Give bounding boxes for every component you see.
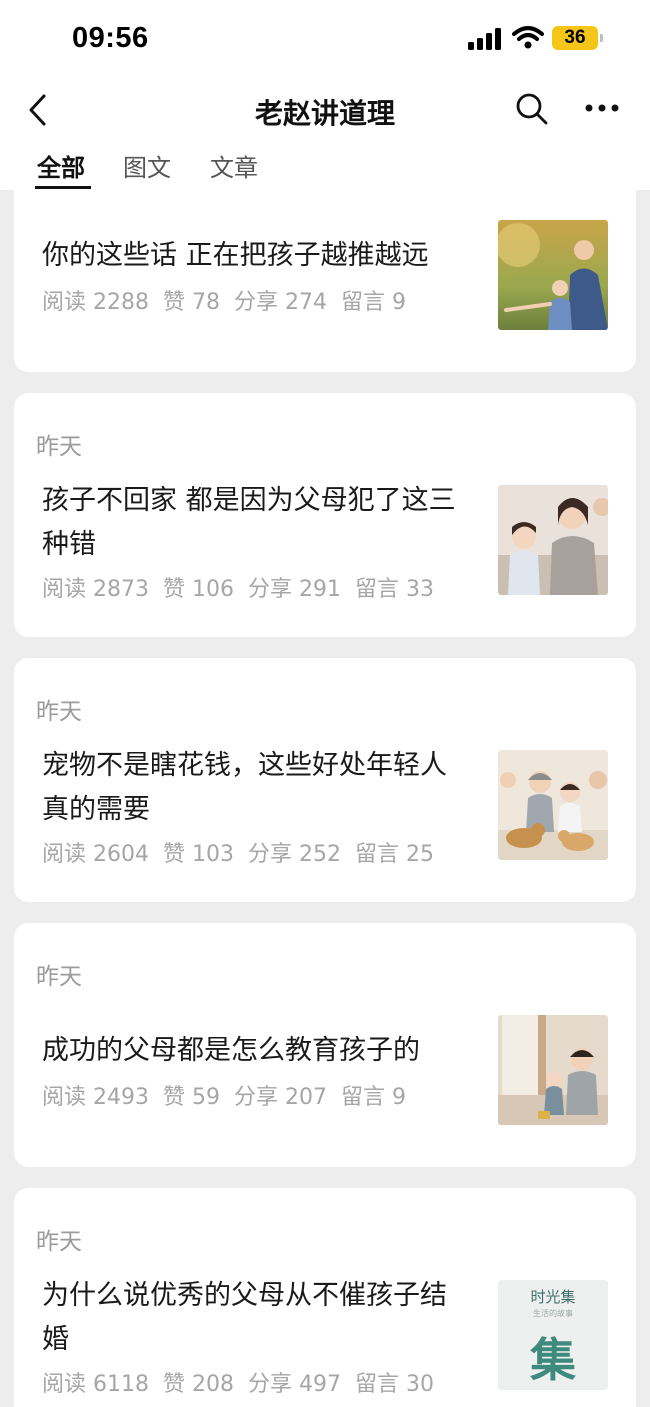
cover-subtitle: 生活的故事 bbox=[533, 1309, 573, 1318]
read-count: 阅读 6118 bbox=[42, 1372, 149, 1397]
share-count: 分享 252 bbox=[247, 842, 341, 867]
like-count: 赞 103 bbox=[162, 842, 234, 867]
article-stats: 阅读 2873 赞 106 分享 291 留言 33 bbox=[42, 571, 448, 603]
tab-articles[interactable]: 文章 bbox=[210, 148, 258, 183]
page-title: 老赵讲道理 bbox=[254, 97, 395, 130]
read-count: 阅读 2604 bbox=[42, 842, 149, 867]
navigation-bar: 老赵讲道理 bbox=[0, 80, 650, 140]
content-tabs: 全部 图文 文章 bbox=[0, 144, 650, 190]
comment-count: 留言 9 bbox=[340, 290, 406, 315]
read-count: 阅读 2288 bbox=[42, 290, 149, 315]
article-card[interactable]: 你的这些话 正在把孩子越推越远 阅读 2288 赞 78 分享 274 留言 9 bbox=[14, 170, 636, 372]
article-thumbnail bbox=[498, 750, 608, 860]
family-with-dogs-icon bbox=[498, 750, 608, 860]
share-count: 分享 291 bbox=[247, 577, 341, 602]
article-thumbnail: 时光集 生活的故事 集 bbox=[498, 1280, 608, 1390]
article-title: 孩子不回家 都是因为父母犯了这三种错 bbox=[42, 485, 456, 560]
tab-all[interactable]: 全部 bbox=[37, 148, 85, 183]
top-header: 09:56 36 老赵讲道理 全部 图文 文章 bbox=[0, 0, 650, 190]
comment-count: 留言 25 bbox=[354, 842, 434, 867]
father-daughter-park-icon bbox=[498, 220, 608, 330]
active-tab-indicator bbox=[35, 186, 91, 189]
article-title: 成功的父母都是怎么教育孩子的 bbox=[42, 1035, 420, 1066]
article-date: 昨天 bbox=[36, 964, 82, 990]
article-stats: 阅读 6118 赞 208 分享 497 留言 30 bbox=[42, 1366, 448, 1398]
article-card[interactable]: 昨天 成功的父母都是怎么教育孩子的 阅读 2493 赞 59 分享 207 留言 9 bbox=[14, 923, 636, 1167]
parent-child-living-room-icon bbox=[498, 1015, 608, 1125]
article-date: 昨天 bbox=[36, 699, 82, 725]
wifi-icon bbox=[512, 26, 544, 49]
read-count: 阅读 2873 bbox=[42, 577, 149, 602]
article-card[interactable]: 昨天 孩子不回家 都是因为父母犯了这三种错 阅读 2873 赞 106 分享 291… bbox=[14, 393, 636, 637]
comment-count: 留言 30 bbox=[354, 1372, 434, 1397]
article-stats: 阅读 2604 赞 103 分享 252 留言 25 bbox=[42, 836, 448, 868]
share-count: 分享 497 bbox=[247, 1372, 341, 1397]
article-stats: 阅读 2493 赞 59 分享 207 留言 9 bbox=[42, 1079, 420, 1111]
article-title: 你的这些话 正在把孩子越推越远 bbox=[42, 240, 429, 271]
status-time: 09:56 bbox=[72, 22, 149, 54]
article-title: 为什么说优秀的父母从不催孩子结婚 bbox=[42, 1280, 447, 1355]
article-list-page: 09:56 36 老赵讲道理 全部 图文 文章 你的这些话 正在把孩子越推越远 … bbox=[0, 0, 650, 1407]
like-count: 赞 78 bbox=[162, 290, 220, 315]
comment-count: 留言 9 bbox=[340, 1085, 406, 1110]
article-thumbnail bbox=[498, 1015, 608, 1125]
signal-icon bbox=[468, 28, 501, 50]
cover-glyph: 集 bbox=[530, 1333, 576, 1387]
article-card[interactable]: 昨天 为什么说优秀的父母从不催孩子结婚 阅读 6118 赞 208 分享 497 留言… bbox=[14, 1188, 636, 1407]
status-bar: 09:56 36 bbox=[0, 0, 650, 80]
article-thumbnail bbox=[498, 485, 608, 595]
article-title: 宠物不是瞎花钱，这些好处年轻人真的需要 bbox=[42, 750, 447, 825]
share-count: 分享 274 bbox=[233, 290, 327, 315]
like-count: 赞 59 bbox=[162, 1085, 220, 1110]
share-count: 分享 207 bbox=[233, 1085, 327, 1110]
comment-count: 留言 33 bbox=[354, 577, 434, 602]
battery-indicator: 36 bbox=[552, 26, 603, 50]
article-date: 昨天 bbox=[36, 1229, 82, 1255]
like-count: 赞 208 bbox=[162, 1372, 234, 1397]
like-count: 赞 106 bbox=[162, 577, 234, 602]
article-thumbnail bbox=[498, 220, 608, 330]
search-icon[interactable] bbox=[515, 92, 549, 126]
read-count: 阅读 2493 bbox=[42, 1085, 149, 1110]
tab-image-text[interactable]: 图文 bbox=[123, 148, 171, 183]
article-card[interactable]: 昨天 宠物不是瞎花钱，这些好处年轻人真的需要 阅读 2604 赞 103 分享 25… bbox=[14, 658, 636, 902]
article-date: 昨天 bbox=[36, 434, 82, 460]
family-sofa-icon bbox=[498, 485, 608, 595]
cover-heading: 时光集 bbox=[530, 1288, 576, 1306]
more-options-icon[interactable] bbox=[584, 102, 620, 114]
article-stats: 阅读 2288 赞 78 分享 274 留言 9 bbox=[42, 284, 420, 316]
